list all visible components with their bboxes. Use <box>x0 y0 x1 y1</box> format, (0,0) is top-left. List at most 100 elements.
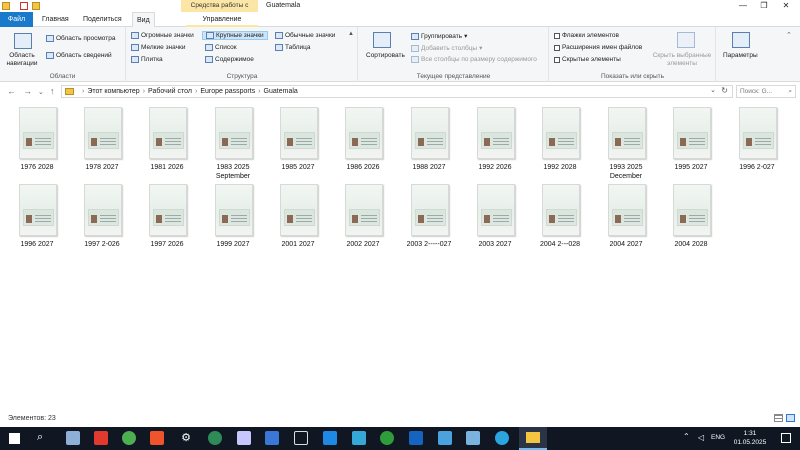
file-name: 1997 2026 <box>150 241 184 248</box>
recent-dropdown-icon[interactable]: ⌄ <box>38 88 44 96</box>
thumbnail-photo <box>680 138 686 146</box>
breadcrumb-desktop[interactable]: Рабочий стол <box>148 86 192 97</box>
image-thumbnail <box>345 184 383 236</box>
app-icon[interactable] <box>237 431 251 445</box>
start-windows-icon[interactable] <box>9 433 20 444</box>
layout-extra-large[interactable]: Огромные значки <box>131 32 194 39</box>
layout-list[interactable]: Список <box>205 44 237 51</box>
minimize-button[interactable]: — <box>733 0 753 12</box>
brave-icon[interactable] <box>150 431 164 445</box>
refresh-icon[interactable]: ↻ <box>721 86 728 95</box>
hidden-items-toggle[interactable]: Скрытые элементы <box>554 56 621 63</box>
app-icon[interactable] <box>294 431 308 445</box>
app-icon[interactable] <box>265 431 279 445</box>
thumbnail-photo <box>484 215 490 223</box>
telegram-icon[interactable] <box>495 431 509 445</box>
add-columns-button[interactable]: Добавить столбцы ▾ <box>411 44 482 52</box>
chevron-down-icon: ▾ <box>464 33 468 40</box>
breadcrumb-europe-passports[interactable]: Europe passports <box>200 86 255 97</box>
new-folder-icon[interactable] <box>32 2 40 10</box>
group-show-hide: Флажки элементов Расширения имен файлов … <box>550 27 716 82</box>
thumbnail-text-lines <box>558 138 574 146</box>
window-title: Guatemala <box>266 2 301 9</box>
tab-home[interactable]: Главная <box>38 12 73 27</box>
thumbnail-text-lines <box>165 138 181 146</box>
chevron-down-icon[interactable]: ⌄ <box>710 86 716 94</box>
item-checkboxes-toggle[interactable]: Флажки элементов <box>554 32 619 39</box>
checkbox[interactable] <box>554 56 560 63</box>
large-icons-view-icon[interactable] <box>786 414 795 422</box>
details-pane-button[interactable]: Область сведений <box>46 52 112 59</box>
tab-file[interactable]: Файл <box>0 12 33 27</box>
breadcrumb-this-pc[interactable]: Этот компьютер <box>87 86 139 97</box>
thumbnail-text-lines <box>296 215 312 223</box>
chrome-icon[interactable] <box>122 431 136 445</box>
breadcrumb-guatemala[interactable]: Guatemala <box>264 86 298 97</box>
app-icon[interactable] <box>409 431 423 445</box>
layout-medium[interactable]: Обычные значки <box>275 32 335 39</box>
thumbnail-photo <box>91 138 97 146</box>
options-button[interactable]: Параметры <box>723 52 758 59</box>
close-button[interactable]: ✕ <box>776 0 796 12</box>
thumbnail-photo <box>615 138 621 146</box>
hide-selected-icon <box>677 32 695 48</box>
tab-view[interactable]: Вид <box>132 12 155 27</box>
settings-gear-icon[interactable]: ⚙ <box>179 431 193 445</box>
task-view-icon[interactable] <box>66 431 80 445</box>
layout-large[interactable]: Крупные значки <box>202 31 268 40</box>
file-name: 1999 2027 <box>216 241 250 248</box>
app-icon[interactable] <box>94 431 108 445</box>
layout-small[interactable]: Мелкие значки <box>131 44 185 51</box>
nav-pane-button[interactable]: Область навигации <box>3 52 41 68</box>
back-arrow-icon[interactable]: ← <box>7 86 16 96</box>
fit-columns-button[interactable]: Все столбцы по размеру содержимого <box>411 56 537 63</box>
up-arrow-icon[interactable]: ↑ <box>50 86 55 96</box>
layout-content[interactable]: Содержимое <box>205 56 254 63</box>
search-input[interactable]: Поиск: G... ⌕ <box>736 85 796 98</box>
notifications-icon[interactable] <box>781 433 791 443</box>
layout-details[interactable]: Таблица <box>275 44 311 51</box>
app-icon[interactable] <box>352 431 366 445</box>
maximize-button[interactable]: ❐ <box>754 0 774 12</box>
layout-tiles[interactable]: Плитка <box>131 56 163 63</box>
thumbnail-photo <box>746 138 752 146</box>
breadcrumb-separator: › <box>258 88 261 95</box>
hide-selected-button[interactable]: Скрыть выбранные элементы <box>650 52 714 68</box>
thumbnail-photo <box>287 215 293 223</box>
file-extensions-toggle[interactable]: Расширения имен файлов <box>554 44 642 51</box>
file-explorer-taskbar-button[interactable] <box>519 427 547 450</box>
image-thumbnail <box>19 184 57 236</box>
image-thumbnail <box>608 107 646 159</box>
large-icons-icon <box>206 32 214 39</box>
sort-icon <box>373 32 391 48</box>
app-icon[interactable] <box>438 431 452 445</box>
group-by-button[interactable]: Группировать ▾ <box>411 32 467 40</box>
vpn-shield-icon[interactable] <box>323 431 337 445</box>
checkbox[interactable] <box>554 44 560 51</box>
forward-arrow-icon[interactable]: → <box>23 86 32 96</box>
language-indicator[interactable]: ENG <box>711 434 725 441</box>
search-icon[interactable]: ⌕ <box>37 431 43 444</box>
volume-icon[interactable]: ◁ <box>698 433 704 442</box>
file-name: 1993 2025 December <box>609 164 643 180</box>
breadcrumb-separator: › <box>142 88 146 95</box>
tab-manage[interactable]: Управление <box>186 12 258 27</box>
image-thumbnail <box>345 107 383 159</box>
image-thumbnail <box>280 184 318 236</box>
utorrent-icon[interactable] <box>380 431 394 445</box>
details-view-icon[interactable] <box>774 414 783 422</box>
clock[interactable]: 1:31 01.05.2025 <box>730 429 770 447</box>
collapse-ribbon-icon[interactable]: ⌃ <box>786 31 792 39</box>
preview-pane-button[interactable]: Область просмотра <box>46 35 115 42</box>
title-bar: Средства работы с рисунками Guatemala — … <box>0 0 800 21</box>
address-bar[interactable]: › Этот компьютер › Рабочий стол › Europe… <box>61 85 733 98</box>
app-icon[interactable] <box>466 431 480 445</box>
chevron-up-icon[interactable]: ⌃ <box>683 432 690 441</box>
thumbnail-text-lines <box>493 138 509 146</box>
checkbox[interactable] <box>554 32 560 39</box>
app-icon[interactable] <box>208 431 222 445</box>
properties-icon[interactable] <box>20 2 28 10</box>
sort-button[interactable]: Сортировать <box>366 52 405 59</box>
layout-scroll[interactable]: ▲ <box>348 31 354 37</box>
tab-share[interactable]: Поделиться <box>79 12 126 27</box>
